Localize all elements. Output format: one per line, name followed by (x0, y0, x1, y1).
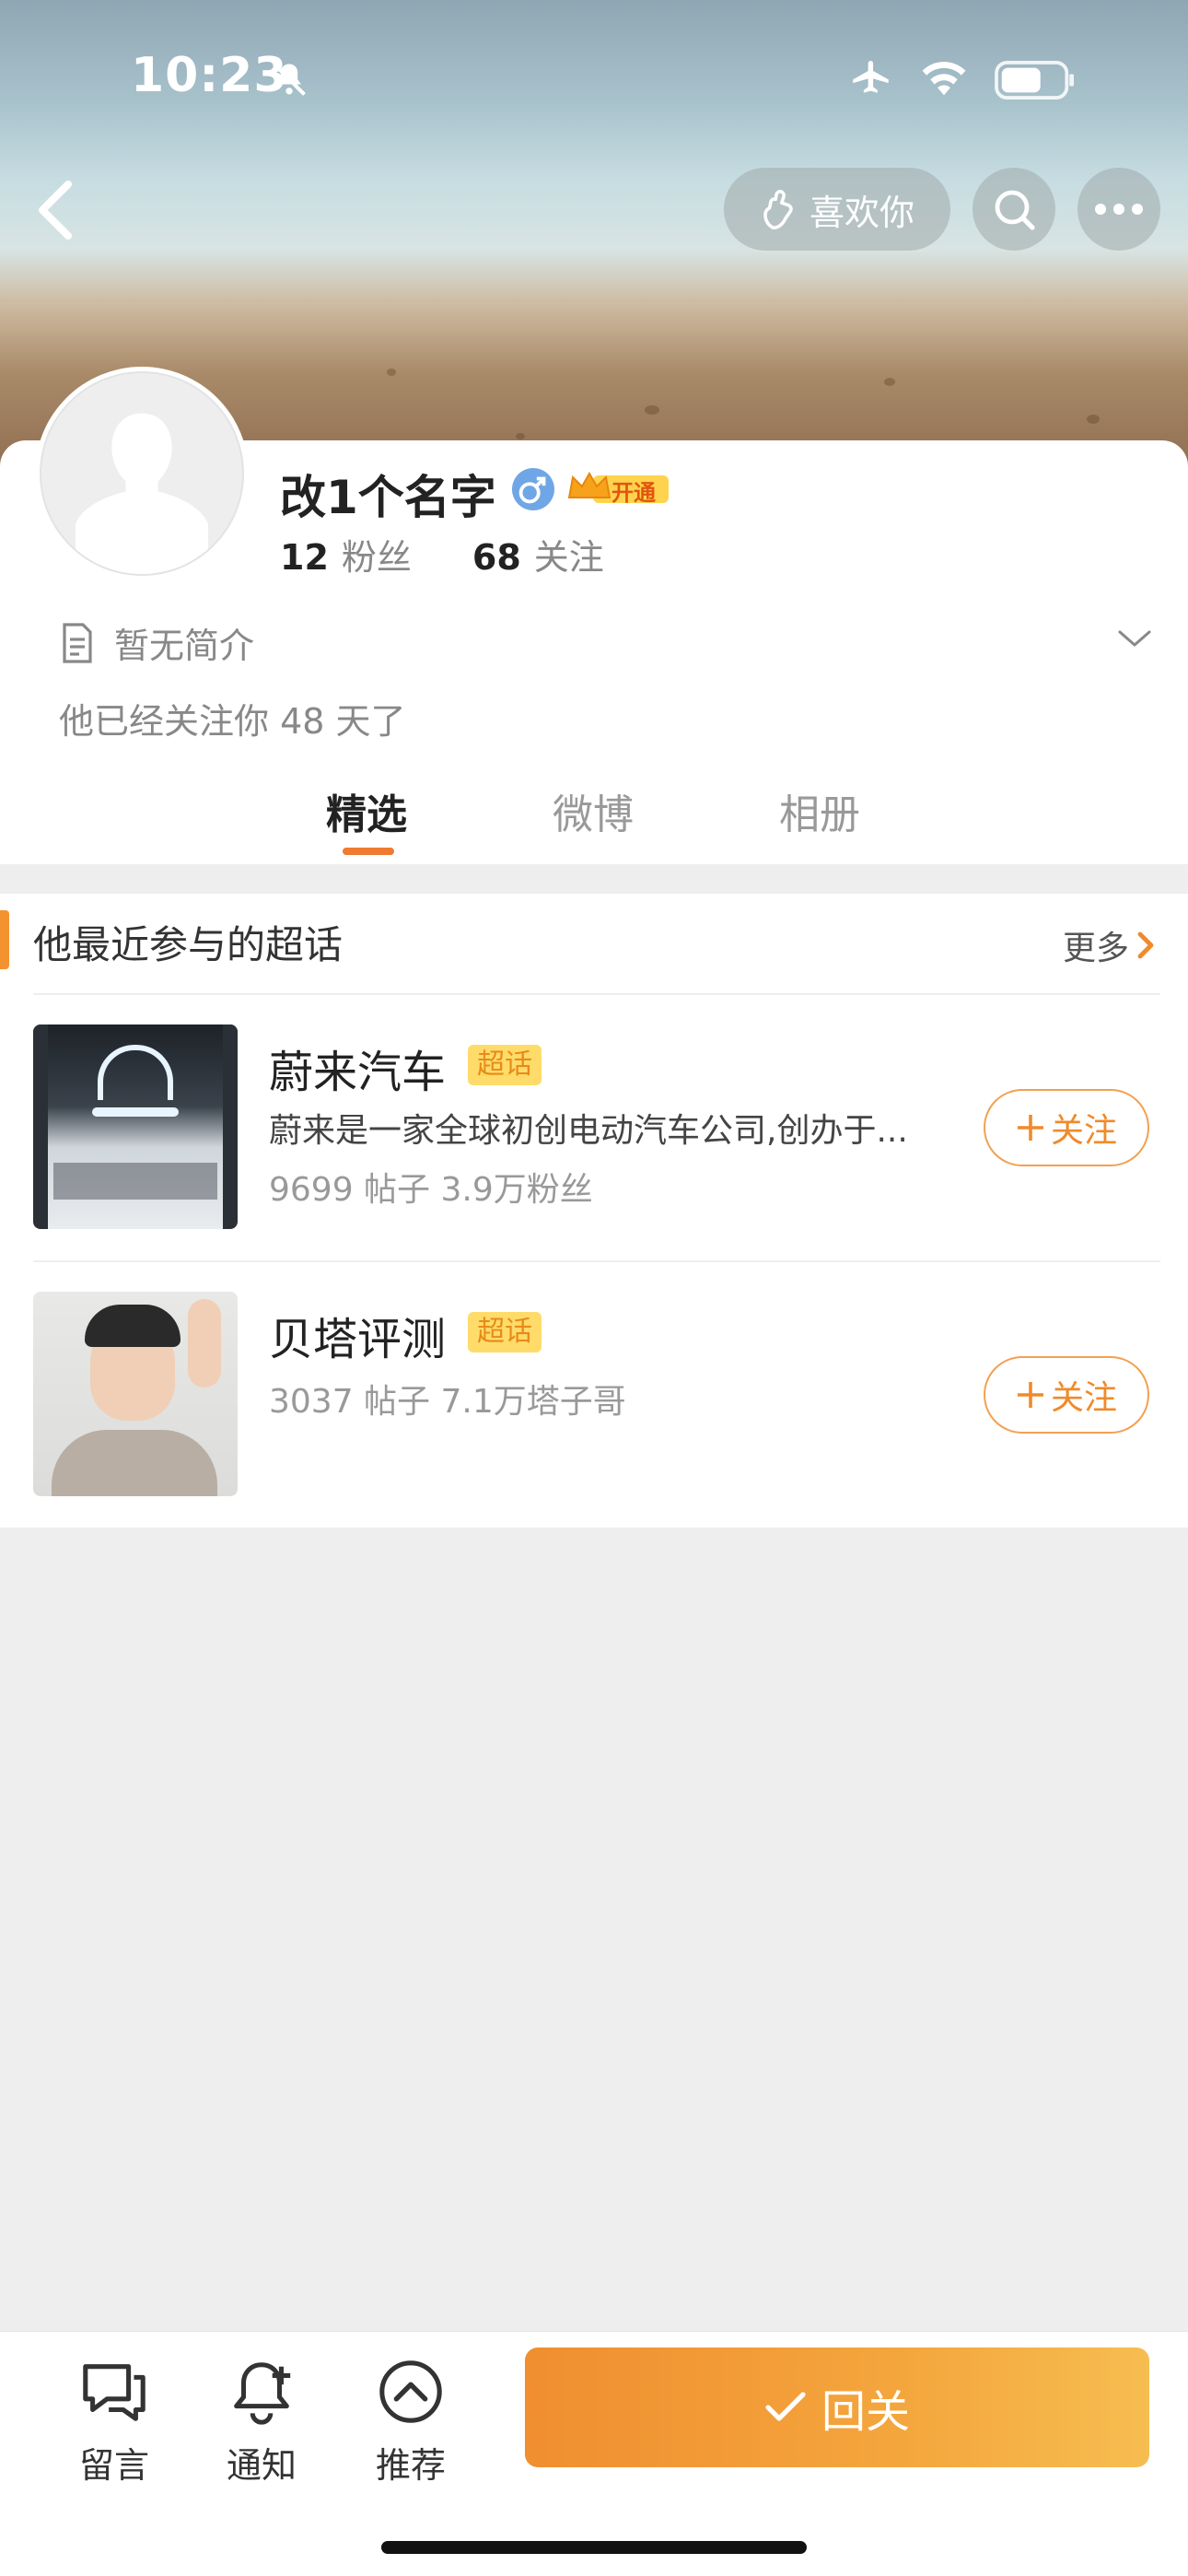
super-topic-badge: 超话 (468, 1312, 542, 1352)
topic-stats: 3037 帖子 7.1万塔子哥 (269, 1383, 626, 1421)
follow-back-button[interactable]: 回关 (525, 2348, 1149, 2467)
notify-button[interactable]: 通知 (206, 2356, 317, 2488)
wifi-icon (922, 62, 966, 96)
battery-icon (995, 61, 1074, 100)
follow-duration-text: 他已经关注你 48 天了 (59, 701, 406, 742)
super-topic-badge: 超话 (468, 1045, 542, 1085)
male-gender-icon (512, 468, 554, 510)
section-title: 他最近参与的超话 (33, 922, 344, 967)
finger-heart-icon (763, 190, 793, 229)
follow-label: 关注 (1050, 1379, 1117, 1417)
document-icon (63, 622, 92, 663)
plus-icon (1017, 1115, 1043, 1141)
avatar[interactable] (35, 367, 249, 580)
expand-chevron-icon[interactable] (1116, 625, 1153, 652)
chevron-right-icon (1137, 931, 1154, 959)
more-label: 更多 (1062, 930, 1129, 967)
list-item[interactable]: 贝塔评测 超话 3037 帖子 7.1万塔子哥 关注 (0, 1292, 1188, 1559)
divider (33, 1260, 1160, 1262)
notify-label: 通知 (226, 2445, 297, 2486)
bell-plus-icon (234, 2362, 291, 2425)
topic-thumbnail-beta (33, 1292, 238, 1496)
more-dots-icon (1095, 204, 1143, 215)
recommend-label: 推荐 (375, 2445, 446, 2486)
tab-album[interactable]: 相册 (779, 781, 860, 840)
message-label: 留言 (78, 2445, 149, 2486)
recommend-button[interactable]: 推荐 (355, 2356, 466, 2488)
tab-weibo[interactable]: 微博 (553, 781, 634, 840)
status-time: 10:23 (131, 48, 288, 103)
chat-bubble-icon (83, 2364, 146, 2421)
divider (33, 993, 1160, 995)
search-icon (995, 190, 1035, 230)
super-topics-section: 他最近参与的超话 更多 蔚来汽车 超话 蔚来是一家全球初创电动汽车公司,创办于.… (0, 894, 1188, 1528)
airplane-mode-icon (853, 60, 889, 93)
more-link[interactable]: 更多 (1063, 921, 1157, 969)
back-arrow-icon[interactable] (28, 177, 83, 243)
follow-topic-button[interactable]: 关注 (984, 1356, 1149, 1434)
like-button-label: 喜欢你 (809, 192, 914, 233)
status-bar: 10:23 (0, 0, 1188, 157)
like-button[interactable]: 喜欢你 (724, 168, 950, 251)
following-stat[interactable]: 68 关注 (472, 529, 604, 580)
profile-stats: 12 粉丝 68 关注 (280, 529, 604, 580)
tab-featured[interactable]: 精选 (326, 781, 407, 840)
plus-icon (1017, 1382, 1043, 1408)
chevron-up-circle-icon (379, 2360, 442, 2423)
message-button[interactable]: 留言 (59, 2356, 169, 2488)
profile-tabs: 精选 微博 相册 (0, 781, 1188, 864)
follow-back-label: 回关 (821, 2386, 910, 2438)
vip-open-label: 开通 (611, 480, 656, 506)
bio-text: 暂无简介 (114, 626, 255, 666)
home-indicator[interactable] (381, 2541, 807, 2554)
search-button[interactable] (973, 168, 1055, 251)
topic-name: 蔚来汽车 (269, 1047, 447, 1098)
bio-row[interactable]: 暂无简介 (59, 617, 254, 668)
more-options-button[interactable] (1077, 168, 1160, 251)
list-item[interactable]: 蔚来汽车 超话 蔚来是一家全球初创电动汽车公司,创办于... 9699 帖子 3… (0, 1025, 1188, 1292)
section-accent-bar (0, 910, 9, 969)
default-avatar-icon (76, 413, 208, 574)
silent-bell-icon (273, 63, 306, 96)
active-tab-indicator (343, 848, 394, 855)
checkmark-icon (765, 2392, 806, 2421)
follow-label: 关注 (1050, 1112, 1117, 1150)
topic-thumbnail-nio (33, 1025, 238, 1229)
vip-open-badge[interactable]: 开通 (565, 466, 670, 509)
username: 改1个名字 (280, 471, 496, 524)
topic-name: 贝塔评测 (269, 1314, 447, 1365)
fans-stat[interactable]: 12 粉丝 (280, 529, 412, 580)
topic-description: 蔚来是一家全球初创电动汽车公司,创办于... (269, 1112, 908, 1150)
topic-stats: 9699 帖子 3.9万粉丝 (269, 1171, 593, 1209)
follow-topic-button[interactable]: 关注 (984, 1089, 1149, 1166)
